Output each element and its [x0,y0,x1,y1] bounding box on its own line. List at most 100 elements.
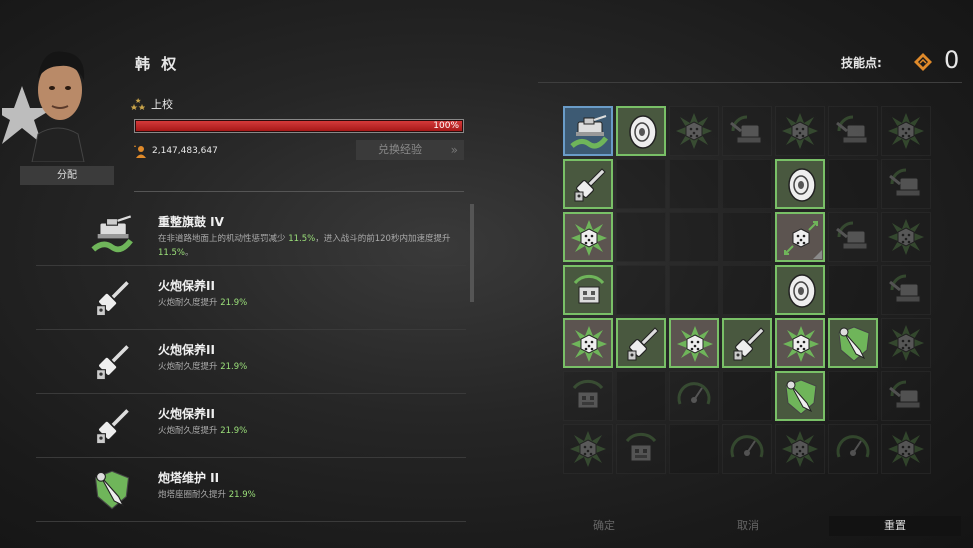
skill-list-item[interactable]: 重整旗鼓 IV 在非道路地面上的机动性惩罚减少 11.5%，进入战斗的前120秒… [36,202,466,266]
wheel-icon [622,112,662,152]
skill-cell[interactable] [563,424,613,474]
skills-list-scrollbar[interactable] [470,204,474,302]
skill-cell[interactable] [616,318,666,368]
skill-cell[interactable] [881,212,931,262]
skill-cell[interactable] [775,424,825,474]
corner-marker [813,250,822,259]
xp-progress-bar: 100% [134,119,464,133]
engine-icon [621,429,661,469]
turret-repair-icon [781,377,821,417]
skill-cell[interactable] [775,371,825,421]
gearbox-icon [569,324,609,364]
skill-point-icon [914,53,932,71]
rank-row: 上校 [131,96,173,112]
skill-cell[interactable] [669,424,719,474]
skill-cell[interactable] [881,159,931,209]
xp-progress-fill [136,121,462,131]
gearbox-icon [780,429,820,469]
reset-button[interactable]: 重置 [829,516,961,536]
double-chevron-right-icon: » [450,143,458,157]
skill-cell[interactable] [563,265,613,315]
skill-cell[interactable] [828,106,878,156]
skill-cell[interactable] [563,212,613,262]
confirm-button[interactable]: 确定 [566,516,642,536]
skill-points-label: 技能点: [841,56,882,70]
skill-title: 火炮保养II [158,407,215,421]
skill-cell[interactable] [775,106,825,156]
skill-list-item[interactable]: 火炮保养II 火炮耐久度提升 21.9% [36,330,466,394]
skill-cell[interactable] [722,159,772,209]
turret-icon [886,270,926,310]
skill-cell[interactable] [563,106,613,156]
gauge-icon [727,429,767,469]
engine-icon [568,376,608,416]
skill-tree-grid [563,106,933,476]
skill-cell[interactable] [722,212,772,262]
convert-xp-button[interactable]: 兑换经验 » [356,140,464,160]
skill-cell[interactable] [616,212,666,262]
skill-cell[interactable] [828,159,878,209]
skill-cell[interactable] [722,106,772,156]
skill-cell[interactable] [563,159,613,209]
skill-cell[interactable] [669,106,719,156]
skill-cell[interactable] [669,318,719,368]
turret-repair-icon [834,324,874,364]
xp-percent: 100% [433,121,459,131]
engine-icon [569,271,609,311]
skill-cell[interactable] [775,265,825,315]
skill-list-item[interactable]: 炮塔维护 II 炮塔座圈耐久提升 21.9% [36,458,466,522]
skill-cell[interactable] [775,159,825,209]
gearbox-icon [886,217,926,257]
divider [134,191,464,192]
gauge-icon [674,376,714,416]
skill-cell[interactable] [828,424,878,474]
skill-title: 火炮保养II [158,343,215,357]
skill-cell[interactable] [722,371,772,421]
skill-cell[interactable] [616,424,666,474]
gauge-icon [833,429,873,469]
cancel-button[interactable]: 取消 [708,516,788,536]
skill-cell[interactable] [828,265,878,315]
skill-list-item[interactable]: 火炮保养II 火炮耐久度提升 21.9% [36,266,466,330]
cannon-icon [622,324,662,364]
wheel-icon [781,165,821,205]
skill-cell[interactable] [881,265,931,315]
turret-icon [833,111,873,151]
turret-icon [727,111,767,151]
skill-cell[interactable] [669,265,719,315]
divider [538,82,962,83]
skill-title: 炮塔维护 II [158,471,220,485]
skill-cell[interactable] [828,371,878,421]
skill-cell[interactable] [616,159,666,209]
skill-cell[interactable] [828,318,878,368]
skill-list-item[interactable]: 火炮保养II 火炮耐久度提升 21.9% [36,394,466,458]
skill-description: 火炮耐久度提升 21.9% [158,426,248,436]
skill-cell[interactable] [616,106,666,156]
skill-cell[interactable] [722,265,772,315]
assign-button[interactable]: 分配 [20,166,114,185]
commander-portrait [2,51,85,162]
skill-cell[interactable] [881,318,931,368]
skill-cell[interactable] [828,212,878,262]
turret-icon [886,164,926,204]
skill-cell[interactable] [722,318,772,368]
skill-cell[interactable] [881,371,931,421]
xp-value: 2,147,483,647 [152,146,218,156]
skill-cell[interactable] [669,212,719,262]
skill-cell[interactable] [669,159,719,209]
cannon-icon [90,404,134,448]
commander-name: 韩 权 [135,55,180,73]
skill-description: 炮塔座圈耐久提升 21.9% [158,490,256,500]
skill-cell[interactable] [616,265,666,315]
skill-cell[interactable] [881,424,931,474]
skill-cell[interactable] [722,424,772,474]
skill-cell[interactable] [881,106,931,156]
cannon-icon [90,340,134,384]
skill-cell[interactable] [775,318,825,368]
skill-cell[interactable] [563,318,613,368]
turret-icon [886,376,926,416]
skill-cell[interactable] [563,371,613,421]
skill-cell[interactable] [775,212,825,262]
skill-cell[interactable] [669,371,719,421]
skill-cell[interactable] [616,371,666,421]
